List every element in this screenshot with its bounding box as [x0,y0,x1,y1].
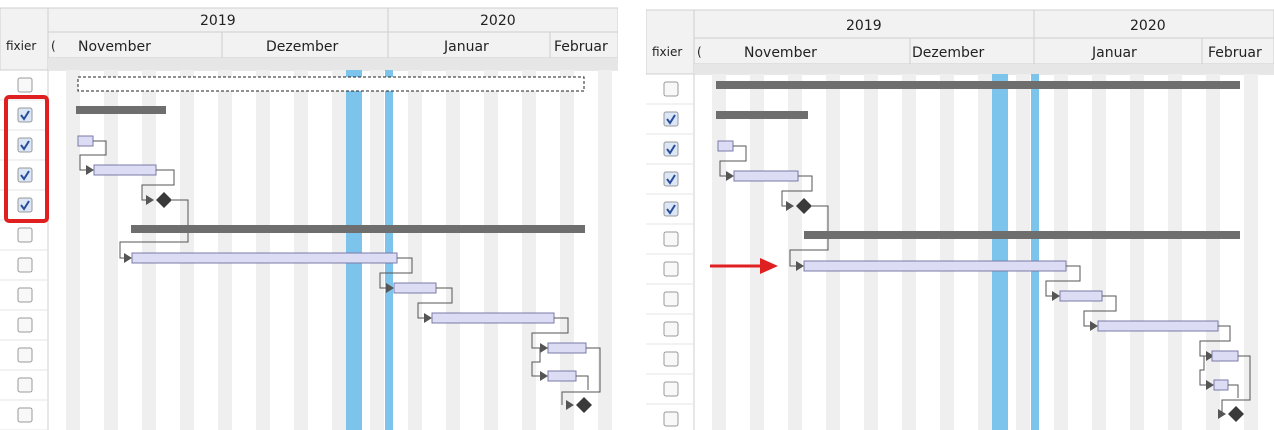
row-checkbox[interactable] [663,231,679,247]
row-checkbox[interactable] [17,77,33,93]
weekend-column [218,70,232,430]
weekend-column [1092,74,1106,430]
row-checkbox[interactable] [17,407,33,423]
row-checkbox[interactable] [663,111,679,127]
weekend-column [1054,74,1068,430]
weekend-column [1016,74,1030,430]
row-checkbox[interactable] [17,317,33,333]
weekend-columns [66,70,612,430]
row-checkbox[interactable] [663,291,679,307]
weekend-column [180,70,194,430]
gantt-chart-before: fixier ( 2019 2020 November Dezember Jan… [0,7,618,430]
weekend-column [408,70,422,430]
gantt-panel-after: fixier ( 2019 2020 November Dezember Jan… [646,0,1274,430]
task-bar[interactable] [547,370,577,382]
weekend-column [1244,74,1258,430]
row-checkbox[interactable] [663,81,679,97]
year-2019: 2019 [846,18,882,34]
weekend-column [484,70,498,430]
task-bar[interactable] [131,252,398,264]
task-bar[interactable] [393,282,437,294]
weekend-column [294,70,308,430]
task-bar[interactable] [1211,350,1239,362]
month-januar: Januar [443,39,489,55]
row-checkbox[interactable] [663,201,679,217]
task-bar[interactable] [431,312,555,324]
column-header-fixier: fixier [652,45,682,59]
project-bar[interactable] [716,81,1240,89]
today-lines [346,70,393,430]
weekend-column [978,74,992,430]
month-januar: Januar [1091,45,1137,61]
milestone-diamond[interactable] [576,397,592,413]
weekend-column [256,70,270,430]
row-checkbox[interactable] [17,257,33,273]
row-checkbox[interactable] [17,107,33,123]
summary-bar[interactable] [76,106,166,114]
row-checkbox[interactable] [17,137,33,153]
row-checkbox[interactable] [17,347,33,363]
weekend-column [826,74,840,430]
weekend-column [864,74,878,430]
weekend-column [1130,74,1144,430]
month-dezember: Dezember [266,39,338,55]
row-checkbox[interactable] [17,287,33,303]
task-bar[interactable] [1059,290,1103,302]
weekend-columns [712,74,1258,430]
month-februar: Februar [1208,45,1262,61]
checkbox-rows [646,81,694,427]
weekend-column [1206,74,1220,430]
gantt-chart-after: fixier ( 2019 2020 November Dezember Jan… [646,9,1274,430]
row-checkbox[interactable] [17,167,33,183]
weekend-column [66,70,80,430]
row-checkbox[interactable] [663,141,679,157]
column-header-fixier: fixier [6,39,36,53]
summary-bar[interactable] [716,111,808,119]
weekend-column [446,70,460,430]
year-2019: 2019 [200,13,236,29]
row-checkbox[interactable] [663,321,679,337]
task-bar[interactable] [803,260,1067,272]
task-bar[interactable] [77,135,94,147]
summary-bar[interactable] [804,231,1240,239]
gantt-panel-before: fixier ( 2019 2020 November Dezember Jan… [0,0,618,430]
summary-bar[interactable] [131,225,585,233]
task-bar[interactable] [1213,379,1229,391]
row-checkbox[interactable] [663,381,679,397]
row-checkbox[interactable] [17,377,33,393]
row-checkbox[interactable] [17,197,33,213]
red-arrow-icon [710,258,778,274]
row-checkbox[interactable] [663,261,679,277]
task-bar[interactable] [1097,320,1219,332]
row-checkbox[interactable] [663,351,679,367]
column-header-sub: ( [697,45,702,59]
weekend-column [1168,74,1182,430]
weekend-column [332,70,346,430]
year-2020: 2020 [480,13,516,29]
project-bar-selected[interactable] [77,76,585,92]
month-november: November [78,39,151,55]
milestone-diamond[interactable] [156,192,172,208]
column-header-sub: ( [51,39,56,53]
task-bar[interactable] [93,164,157,176]
row-checkbox[interactable] [663,411,679,427]
row-checkbox[interactable] [663,171,679,187]
month-februar: Februar [554,39,608,55]
weekend-column [902,74,916,430]
row-checkbox[interactable] [17,227,33,243]
task-bar[interactable] [733,170,799,182]
weekend-column [104,70,118,430]
task-bar[interactable] [717,140,734,152]
weekend-column [940,74,954,430]
month-dezember: Dezember [912,45,984,61]
task-bar[interactable] [547,342,587,354]
milestone-diamond[interactable] [1228,406,1244,422]
year-2020: 2020 [1130,18,1166,34]
weekend-column [142,70,156,430]
weekend-column [370,70,384,430]
month-november: November [744,45,817,61]
today-lines [992,74,1039,430]
